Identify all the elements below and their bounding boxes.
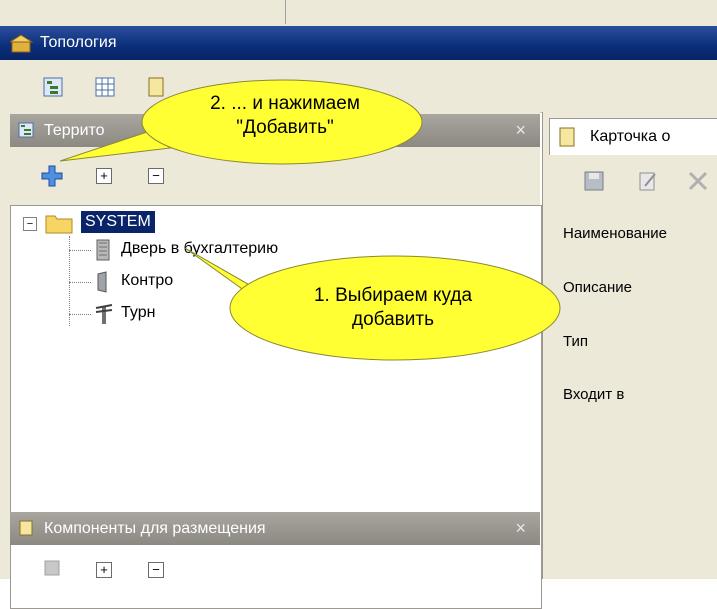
turnstile-icon: [95, 304, 113, 324]
callout-select-line1: 1. Выбираем куда: [313, 285, 473, 306]
card-icon: [559, 127, 575, 147]
callout-add-line2: "Добавить": [236, 117, 334, 138]
components-pane-header: Компоненты для размещения ×: [10, 512, 540, 545]
window-titlebar: Топология: [0, 26, 717, 60]
tree-toggle[interactable]: −: [23, 217, 37, 231]
field-name-label: Наименование: [563, 225, 667, 242]
close-icon[interactable]: ×: [515, 114, 526, 147]
card-icon: [19, 520, 33, 536]
save-icon[interactable]: [583, 170, 605, 192]
delete-icon[interactable]: [687, 170, 709, 192]
top-strip: [0, 0, 717, 26]
door-icon: [96, 239, 110, 261]
card-tab[interactable]: Карточка о: [549, 118, 717, 155]
tree-root-system[interactable]: SYSTEM: [81, 211, 155, 233]
field-type-label: Тип: [563, 333, 589, 350]
edit-icon[interactable]: [637, 170, 659, 192]
tree-view-icon: [18, 122, 34, 138]
callout-add: 2. ... и нажимаем "Добавить": [60, 76, 430, 186]
card-pane: Карточка о Наименование Описание Тип Вхо…: [542, 112, 717, 579]
window-title: Топология: [40, 34, 117, 51]
callout-select-line2: добавить: [352, 309, 434, 330]
add-disabled-icon: [44, 560, 60, 576]
topology-icon: [10, 34, 34, 53]
tree-item-turnstile[interactable]: Турн: [121, 304, 155, 322]
field-parent-label: Входит в: [563, 386, 625, 403]
folder-icon: [45, 215, 73, 234]
components-expand-button[interactable]: +: [96, 562, 112, 578]
controller-icon: [97, 271, 107, 293]
close-icon[interactable]: ×: [515, 512, 526, 545]
callout-add-line1: 2. ... и нажимаем: [210, 93, 360, 114]
components-collapse-button[interactable]: −: [148, 562, 164, 578]
field-description-label: Описание: [563, 279, 633, 296]
components-pane-title: Компоненты для размещения: [44, 520, 266, 537]
tree-item-controller[interactable]: Контро: [121, 272, 173, 290]
callout-select: 1. Выбираем куда добавить: [185, 236, 565, 366]
card-tab-title: Карточка о: [590, 128, 671, 145]
